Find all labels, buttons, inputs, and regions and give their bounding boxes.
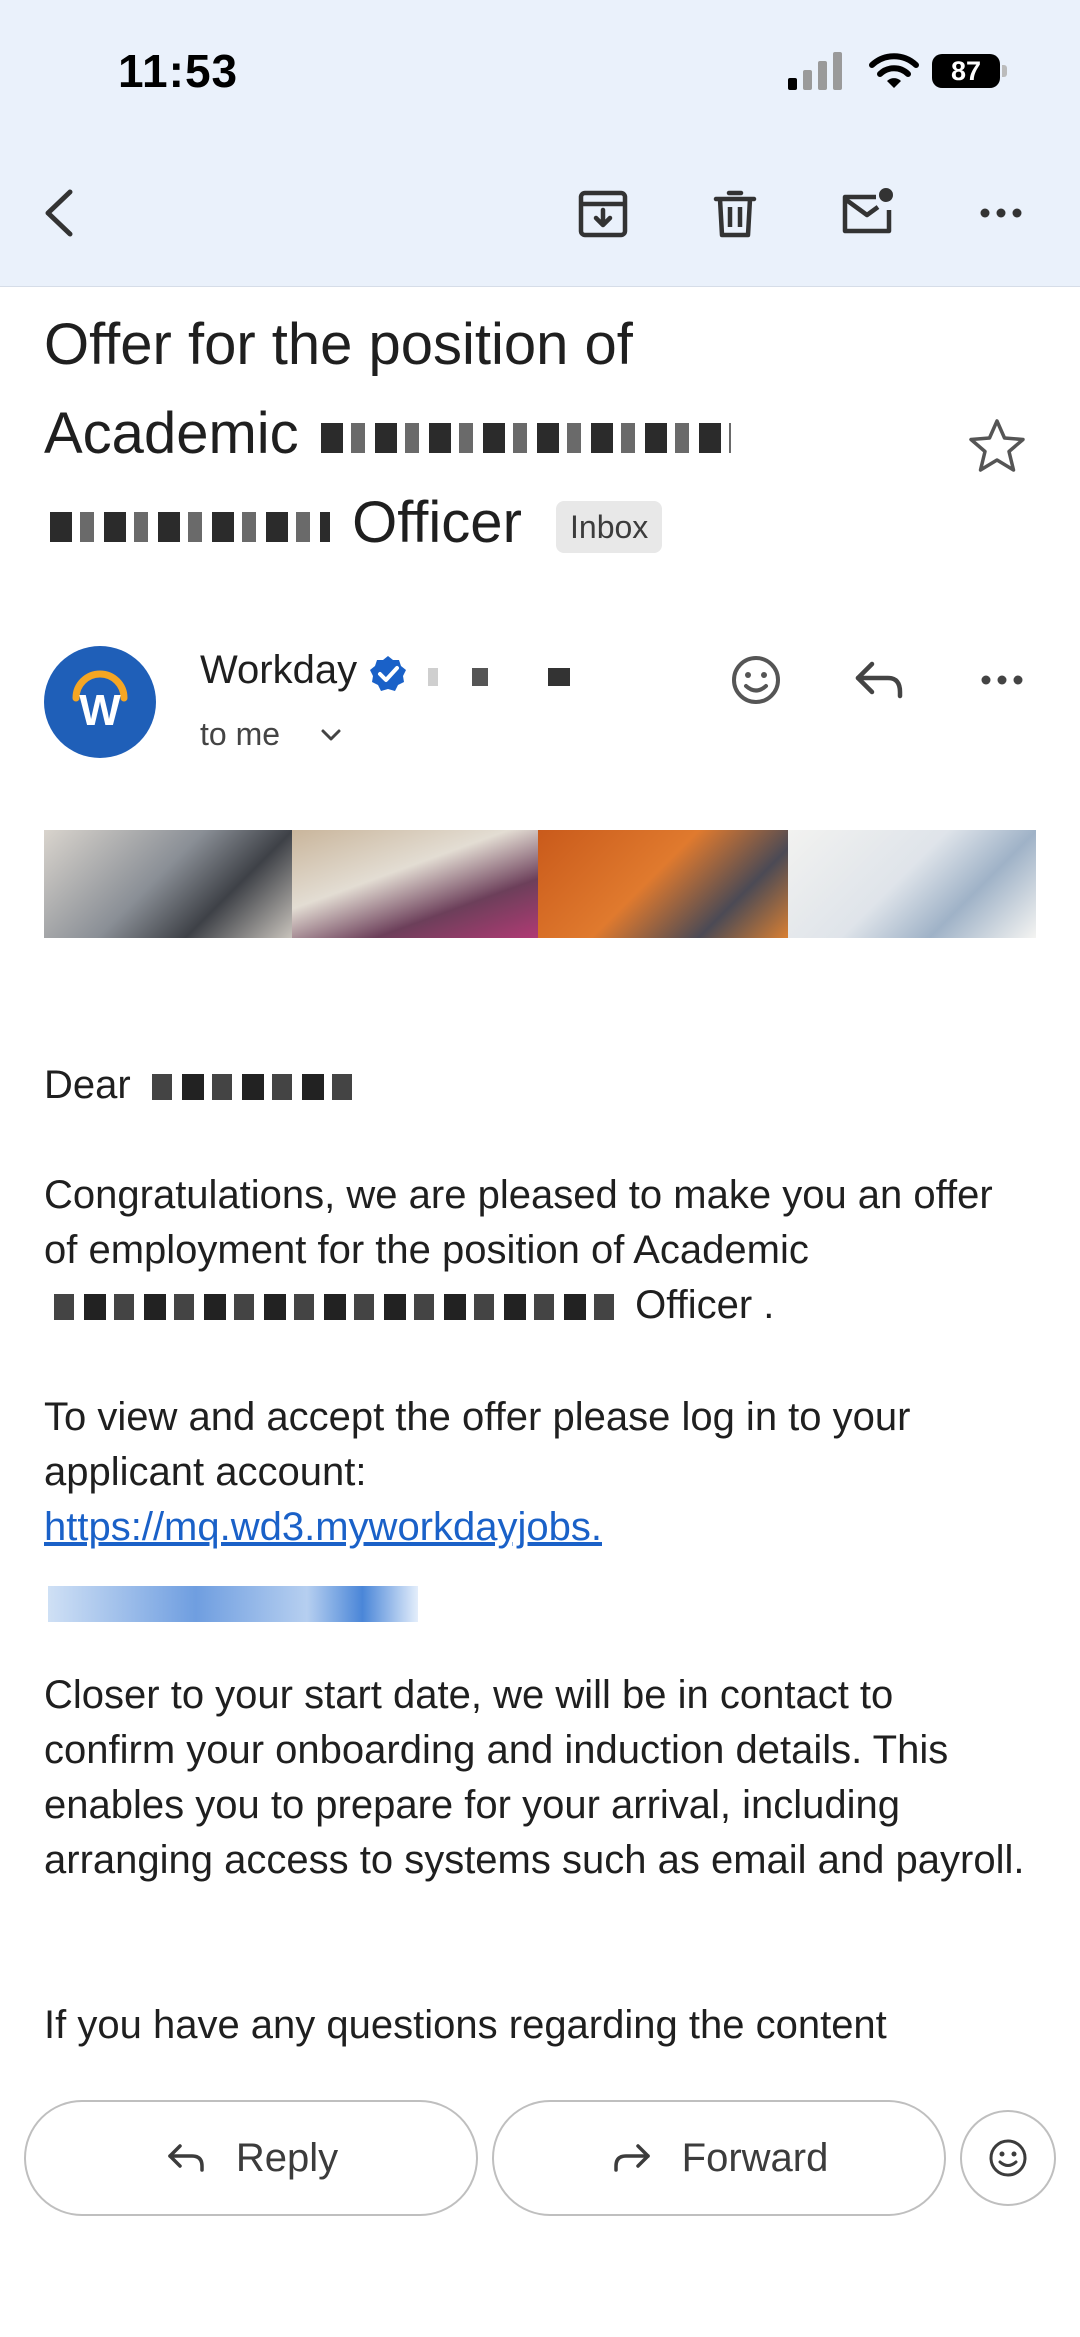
subject-line-3: Officer Inbox [44,478,944,567]
add-reaction-icon[interactable] [724,648,788,712]
status-time: 11:53 [118,45,239,97]
avatar-letter: W [79,686,121,735]
body-paragraph-4: If you have any questions regarding the … [44,2003,887,2047]
redacted-text [320,422,731,453]
back-arrow-icon [45,189,73,237]
delete-button[interactable] [700,178,770,248]
body-paragraph-1: Congratulations, we are pleased to make … [44,1173,993,1327]
mark-unread-button[interactable] [832,178,902,248]
recipient-label[interactable]: to me [200,716,280,753]
back-button[interactable] [28,178,98,248]
redacted-name [151,1074,362,1101]
inbox-label-badge[interactable]: Inbox [556,500,663,553]
battery-icon: 87 [932,54,1010,88]
redacted-link[interactable] [48,1586,418,1622]
star-icon[interactable] [965,415,1029,479]
subject-line-2: Academic [44,389,944,478]
redacted-email [428,668,570,686]
reply-label: Reply [235,2135,339,2180]
wifi-icon [869,53,919,88]
mark-unread-icon [842,188,893,234]
more-horizontal-icon[interactable] [970,648,1034,712]
verified-badge-icon [370,656,406,691]
reply-icon [168,2144,204,2172]
redacted-text [54,1294,614,1321]
content-fade [0,2060,1080,2100]
battery-level: 87 [950,56,982,86]
archive-button[interactable] [568,178,638,248]
chevron-down-icon[interactable] [318,722,344,748]
reply-button[interactable]: Reply [24,2100,478,2216]
react-button[interactable] [960,2110,1056,2206]
forward-label: Forward [681,2135,829,2180]
subject-line-1: Offer for the position of [44,312,633,377]
body-paragraph-3: Closer to your start date, we will be in… [44,1673,1025,1882]
forward-button[interactable]: Forward [492,2100,946,2216]
applicant-account-link[interactable]: https://mq.wd3.myworkdayjobs. [44,1505,602,1549]
emoji-icon [989,2139,1027,2177]
more-horizontal-icon [980,208,1022,218]
redacted-text [50,511,330,542]
reply-icon[interactable] [848,648,912,712]
archive-icon [578,190,628,238]
greeting: Dear [44,1058,1034,1113]
email-banner-image [44,830,1036,938]
email-subject: Offer for the position of Academic Offic… [44,300,944,567]
email-toolbar [0,140,1080,287]
body-paragraph-2: To view and accept the offer please log … [44,1395,911,1549]
status-bar: 11:53 87 [0,0,1080,140]
forward-icon [613,2144,650,2172]
trash-icon [713,190,757,238]
sender-avatar[interactable]: W [44,646,156,758]
sender-name[interactable]: Workday [200,648,357,693]
more-options-button[interactable] [966,178,1036,248]
cellular-signal-icon [788,52,842,90]
